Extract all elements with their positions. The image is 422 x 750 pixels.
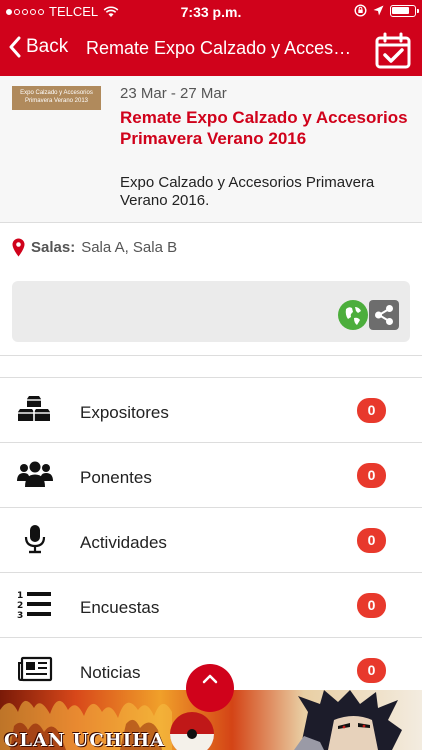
users-icon [17, 461, 53, 487]
rooms-info: Salas: Sala A, Sala B [12, 236, 177, 258]
svg-text:1: 1 [17, 591, 23, 601]
ad-text: CLAN UCHIHA [4, 730, 166, 750]
menu-item-actividades[interactable]: Actividades 0 [0, 508, 422, 573]
menu-item-encuestas[interactable]: 1 2 3 Encuestas 0 [0, 573, 422, 638]
navigation-bar: Back Remate Expo Calzado y Accesorios Pr… [0, 24, 422, 76]
add-to-calendar-button[interactable] [374, 32, 412, 70]
chevron-up-icon [202, 674, 218, 684]
back-button[interactable]: Back [8, 36, 68, 58]
microphone-icon [24, 525, 46, 554]
share-button[interactable] [369, 300, 399, 330]
globe-icon [345, 307, 361, 325]
newspaper-icon [18, 656, 53, 682]
event-menu: Expositores 0 Ponentes 0 Actividades 0 1… [0, 378, 422, 703]
website-button[interactable] [338, 300, 368, 330]
event-dates: 23 Mar - 27 Mar [120, 85, 227, 102]
menu-label: Noticias [80, 663, 141, 682]
status-bar: TELCEL 7:33 p.m. [0, 0, 422, 24]
event-description: Expo Calzado y Accesorios Primavera Vera… [120, 174, 375, 209]
battery-icon [390, 4, 419, 17]
svg-text:3: 3 [17, 611, 23, 619]
map-pin-icon [12, 238, 25, 256]
menu-label: Expositores [80, 403, 169, 422]
event-title: Remate Expo Calzado y Accesorios Primave… [120, 108, 408, 148]
page-title: Remate Expo Calzado y Accesorios Primave… [86, 38, 358, 58]
rooms-value: Sala A, Sala B [81, 238, 178, 256]
menu-label: Encuestas [80, 598, 160, 617]
action-box [12, 281, 410, 342]
cubes-icon [18, 396, 50, 421]
menu-label: Actividades [80, 533, 167, 552]
menu-item-ponentes[interactable]: Ponentes 0 [0, 443, 422, 508]
back-label: Back [26, 36, 69, 57]
event-header: Expo Calzado y Accesorios Primavera Vera… [0, 76, 422, 223]
numbered-list-icon: 1 2 3 [17, 591, 51, 619]
event-logo: Expo Calzado y Accesorios Primavera Vera… [12, 86, 101, 110]
menu-label: Ponentes [80, 468, 152, 487]
share-icon [375, 305, 393, 325]
chevron-left-icon [9, 36, 21, 58]
count-badge: 0 [357, 398, 386, 423]
count-badge: 0 [357, 528, 386, 553]
count-badge: 0 [357, 658, 386, 683]
calendar-check-icon [375, 32, 411, 69]
menu-item-expositores[interactable]: Expositores 0 [0, 378, 422, 443]
count-badge: 0 [357, 463, 386, 488]
expand-ad-button[interactable] [186, 664, 234, 712]
count-badge: 0 [357, 593, 386, 618]
svg-text:2: 2 [17, 601, 23, 611]
rooms-label: Salas: [31, 238, 76, 256]
character-illustration [294, 690, 402, 750]
rotation-lock-icon [354, 4, 367, 17]
status-right [354, 4, 419, 17]
location-arrow-icon [373, 5, 384, 16]
section-divider [0, 355, 422, 356]
